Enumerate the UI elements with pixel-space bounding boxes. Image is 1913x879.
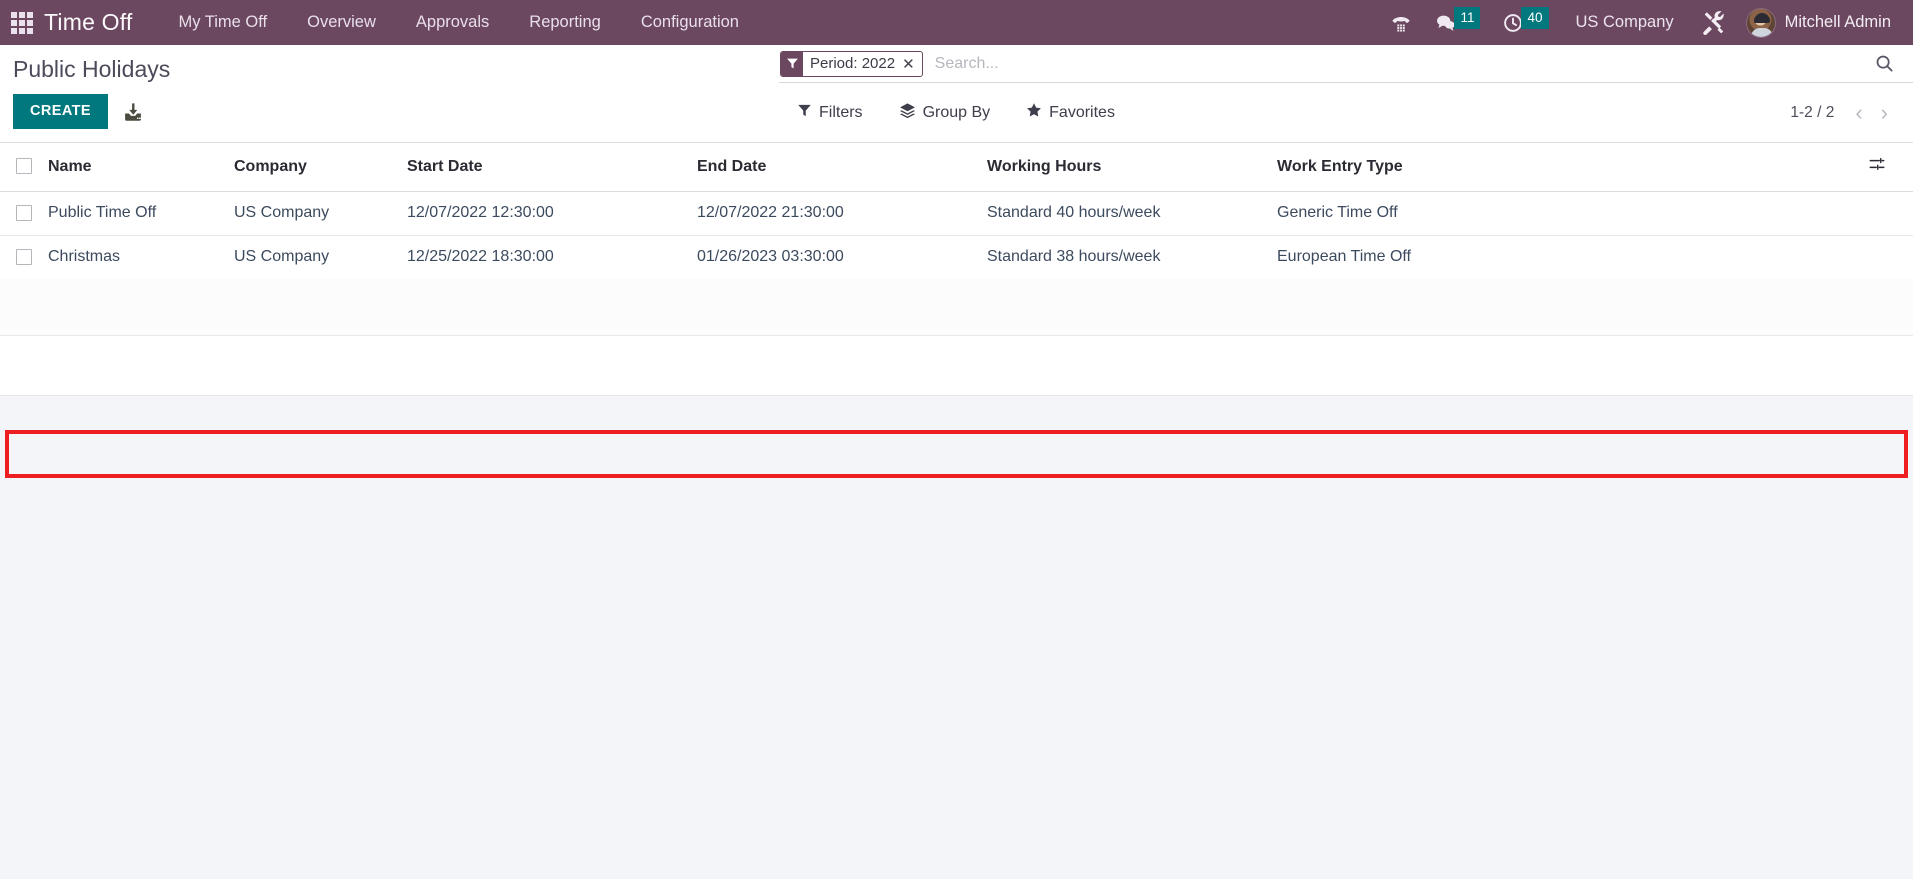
- column-header-name[interactable]: Name: [48, 143, 234, 192]
- nav-reporting[interactable]: Reporting: [509, 0, 621, 45]
- messages-counter: 11: [1454, 6, 1481, 30]
- close-icon[interactable]: ✕: [900, 52, 922, 76]
- cell-working-hours: Standard 40 hours/week: [987, 191, 1277, 236]
- table-row[interactable]: Public Time Off US Company 12/07/2022 12…: [0, 191, 1913, 236]
- groupby-label: Group By: [922, 103, 991, 121]
- filters-dropdown[interactable]: Filters: [779, 103, 881, 123]
- nav-overview[interactable]: Overview: [287, 0, 396, 45]
- public-holidays-table: Name Company Start Date End Date Working…: [0, 143, 1913, 396]
- layers-icon: [899, 102, 916, 124]
- table-body: Public Time Off US Company 12/07/2022 12…: [0, 191, 1913, 396]
- cell-end-date: 01/26/2023 03:30:00: [697, 248, 844, 265]
- app-brand-time-off[interactable]: Time Off: [44, 9, 159, 36]
- pager: 1-2 / 2 ‹ ›: [1790, 101, 1913, 124]
- cell-spacer: [1867, 236, 1913, 280]
- table-row[interactable]: Christmas US Company 12/25/2022 18:30:00…: [0, 236, 1913, 280]
- column-header-company[interactable]: Company: [234, 143, 407, 192]
- column-settings-icon[interactable]: [1867, 143, 1913, 192]
- select-all-checkbox[interactable]: [16, 158, 32, 175]
- cell-end-date: 12/07/2022 21:30:00: [697, 191, 987, 236]
- cell-spacer: [1867, 191, 1913, 236]
- export-download-icon[interactable]: [118, 97, 148, 127]
- activities-menu[interactable]: 40: [1491, 0, 1559, 45]
- table-header-row: Name Company Start Date End Date Working…: [0, 143, 1913, 192]
- star-icon: [1026, 102, 1042, 123]
- cell-name: Public Time Off: [48, 191, 234, 236]
- cell-company: US Company: [234, 191, 407, 236]
- filter-funnel-icon: [781, 51, 803, 76]
- search-options-bar: Filters Group By Favorites 1-2 / 2 ‹ ›: [779, 83, 1913, 142]
- row-checkbox[interactable]: [16, 204, 32, 221]
- apps-grid-icon[interactable]: [0, 0, 44, 45]
- row-checkbox[interactable]: [16, 248, 32, 265]
- page-background: [0, 395, 1913, 836]
- filters-label: Filters: [819, 103, 863, 121]
- groupby-dropdown[interactable]: Group By: [881, 102, 1009, 124]
- table-filler-row: [0, 335, 1913, 396]
- cell-work-entry-type: European Time Off: [1277, 248, 1411, 265]
- column-header-start-date[interactable]: Start Date: [407, 143, 697, 192]
- list-view-container: Name Company Start Date End Date Working…: [0, 143, 1913, 478]
- avatar: [1745, 7, 1776, 38]
- page-title: Public Holidays: [13, 56, 171, 82]
- navbar-right-group: 11 40 US Company Mitchell Admin: [1379, 0, 1913, 45]
- row-checkbox-cell: [0, 236, 48, 280]
- chevron-left-icon[interactable]: ‹: [1848, 101, 1869, 124]
- search-icon[interactable]: [1855, 53, 1913, 74]
- cell-name: Christmas: [48, 248, 121, 265]
- column-header-work-entry-type[interactable]: Work Entry Type: [1277, 143, 1867, 192]
- cell-start-date: 12/07/2022 12:30:00: [407, 191, 697, 236]
- voip-phone-icon[interactable]: [1379, 0, 1423, 45]
- column-header-end-date[interactable]: End Date: [697, 143, 987, 192]
- user-name: Mitchell Admin: [1784, 13, 1891, 31]
- column-header-working-hours[interactable]: Working Hours: [987, 143, 1277, 192]
- activities-counter: 40: [1521, 6, 1549, 30]
- select-all-header: [0, 143, 48, 192]
- company-switcher[interactable]: US Company: [1560, 13, 1690, 32]
- tools-icon[interactable]: [1690, 0, 1738, 45]
- favorites-label: Favorites: [1049, 103, 1115, 121]
- favorites-dropdown[interactable]: Favorites: [1008, 102, 1133, 123]
- nav-approvals[interactable]: Approvals: [396, 0, 509, 45]
- create-button[interactable]: CREATE: [13, 94, 108, 129]
- row-checkbox-cell: [0, 191, 48, 236]
- top-navbar: Time Off My Time Off Overview Approvals …: [0, 0, 1913, 45]
- cell-company: US Company: [234, 248, 330, 265]
- search-facet-label: Period: 2022: [810, 55, 896, 72]
- nav-configuration[interactable]: Configuration: [621, 0, 759, 45]
- search-facet-period[interactable]: Period: 2022 ✕: [780, 50, 923, 77]
- control-panel-buttons: CREATE: [13, 94, 148, 129]
- cell-work-entry-type: Generic Time Off: [1277, 191, 1867, 236]
- chevron-right-icon[interactable]: ›: [1874, 101, 1895, 124]
- cell-start-date: 12/25/2022 18:30:00: [407, 248, 554, 265]
- messages-menu[interactable]: 11: [1423, 0, 1491, 45]
- pager-range: 1-2 / 2: [1790, 103, 1835, 121]
- table-empty-row: [0, 279, 1913, 336]
- search-view: Period: 2022 ✕: [779, 45, 1913, 83]
- user-menu[interactable]: Mitchell Admin: [1738, 7, 1903, 38]
- funnel-icon: [797, 103, 812, 123]
- search-input[interactable]: [922, 54, 1855, 73]
- cell-working-hours: Standard 38 hours/week: [987, 248, 1161, 265]
- nav-my-time-off[interactable]: My Time Off: [159, 0, 288, 45]
- control-panel: Public Holidays CREATE Period: 2022 ✕ Se…: [0, 45, 1913, 143]
